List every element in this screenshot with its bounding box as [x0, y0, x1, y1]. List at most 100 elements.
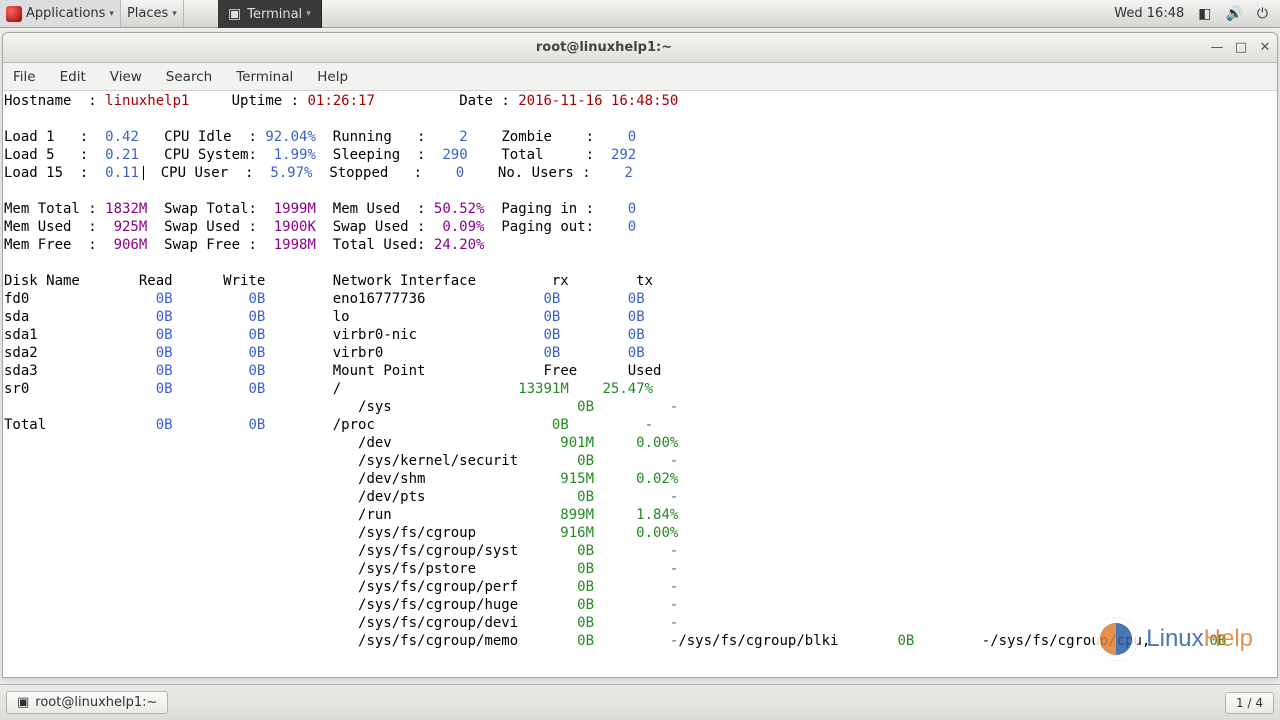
disk-total-read: 0B: [156, 417, 173, 433]
disk-name: sr0: [4, 381, 46, 397]
net-name: virbr0-nic: [333, 327, 426, 343]
swap-used-pct-label: Swap Used :: [333, 219, 443, 235]
mem-used-pct-value: 50.52%: [434, 201, 485, 217]
swap-total-label: Swap Total:: [164, 201, 274, 217]
menu-help[interactable]: Help: [317, 69, 348, 85]
hostname-value: linuxhelp1: [105, 93, 189, 109]
mount-point: /dev/pts: [358, 489, 527, 505]
paging-out-label: Paging out:: [501, 219, 627, 235]
mount-point: /sys/fs/cgroup/huge: [358, 597, 527, 613]
applications-menu[interactable]: Applications▾: [0, 0, 121, 27]
total-used-pct-value: 24.20%: [434, 237, 485, 253]
terminal-label: Terminal: [247, 7, 302, 22]
disk-read: 0B: [156, 345, 173, 361]
menu-file[interactable]: File: [13, 69, 36, 85]
mount-point: /sys/kernel/securit: [358, 453, 527, 469]
close-button[interactable]: ✕: [1253, 40, 1277, 55]
mount-point: /sys/fs/cgroup/syst: [358, 543, 527, 559]
maximize-button[interactable]: □: [1229, 40, 1253, 55]
mount-used: -: [628, 543, 679, 559]
mount-point: /sys/fs/cgroup/memo: [358, 633, 527, 649]
menu-edit[interactable]: Edit: [60, 69, 86, 85]
mount-free: 0B: [543, 543, 594, 559]
swap-free-value: 1998M: [274, 237, 316, 253]
disk-read: 0B: [156, 381, 173, 397]
mount-point: /run: [358, 507, 527, 523]
disk-write: 0B: [248, 363, 265, 379]
terminal-output[interactable]: Hostname : linuxhelp1 Uptime : 01:26:17 …: [3, 91, 1277, 677]
mount-used: -: [628, 399, 679, 415]
mount-point: /dev/shm: [358, 471, 527, 487]
menu-search[interactable]: Search: [166, 69, 212, 85]
mount-used: -: [628, 489, 679, 505]
mount-free: 0B: [543, 561, 594, 577]
mount-used: 25.47%: [602, 381, 653, 397]
minimize-button[interactable]: —: [1205, 40, 1229, 55]
uptime-value: 01:26:17: [307, 93, 374, 109]
mount-point: /sys/fs/cgroup/perf: [358, 579, 527, 595]
mount-used: 1.84%: [628, 507, 679, 523]
terminal-launcher[interactable]: ▣ Terminal▾: [218, 0, 322, 28]
mount-free: 0B: [543, 489, 594, 505]
disk-read: 0B: [156, 327, 173, 343]
disk-read: 0B: [156, 291, 173, 307]
mem-free-label: Mem Free :: [4, 237, 114, 253]
total-value: 292: [611, 147, 636, 163]
mount-free: 915M: [543, 471, 594, 487]
mem-total-value: 1832M: [105, 201, 147, 217]
titlebar[interactable]: root@linuxhelp1:~ — □ ✕: [3, 33, 1277, 63]
clock[interactable]: Wed 16:48: [1114, 6, 1184, 21]
disk-header: Disk Name Read Write: [4, 273, 265, 289]
mount-used: 0.00%: [628, 435, 679, 451]
disk-write: 0B: [248, 327, 265, 343]
net-header: Network Interface rx tx: [333, 273, 653, 289]
mount-point: /dev: [358, 435, 527, 451]
mount-header: Mount Point Free Used: [333, 363, 662, 379]
cpu-sys-label: CPU System:: [164, 147, 265, 163]
window-title: root@linuxhelp1:~: [3, 40, 1205, 55]
taskbar-button-label: root@linuxhelp1:~: [35, 695, 157, 710]
terminal-icon: ▣: [17, 695, 29, 710]
watermark-logo: LinuxHelp: [1094, 617, 1253, 661]
mount-free: 0B: [543, 579, 594, 595]
sleeping-value: 290: [442, 147, 467, 163]
bottom-panel: ▣ root@linuxhelp1:~ 1 / 4: [0, 684, 1280, 720]
paging-in-value: 0: [628, 201, 636, 217]
cpu-user-label: CPU User :: [161, 165, 262, 181]
net-rx: 0B: [543, 291, 560, 307]
swap-used-pct-value: 0.09%: [442, 219, 484, 235]
net-rx: 0B: [543, 309, 560, 325]
power-icon[interactable]: ⏻: [1257, 6, 1268, 22]
load5-label: Load 5 :: [4, 147, 105, 163]
menu-view[interactable]: View: [110, 69, 142, 85]
mount-free: 0B: [518, 417, 569, 433]
mount-overflow: /sys/fs/cgroup/blki: [678, 633, 838, 649]
total-label: Total :: [501, 147, 611, 163]
mount-used: -: [628, 615, 679, 631]
cpu-sys-value: 1.99%: [265, 147, 316, 163]
load1-label: Load 1 :: [4, 129, 105, 145]
running-label: Running :: [333, 129, 459, 145]
disk-read: 0B: [156, 363, 173, 379]
net-tx: 0B: [628, 327, 645, 343]
logo-swirl-icon: [1094, 617, 1138, 661]
workspace-pager[interactable]: 1 / 4: [1225, 692, 1274, 714]
mount-used: -: [602, 417, 653, 433]
stopped-value: 0: [456, 165, 464, 181]
date-value: 2016-11-16 16:48:50: [518, 93, 678, 109]
mount-used: -: [628, 579, 679, 595]
menu-terminal[interactable]: Terminal: [236, 69, 293, 85]
swap-used-value: 1900K: [274, 219, 316, 235]
logo-text: LinuxHelp: [1146, 625, 1253, 653]
volume-icon[interactable]: 🔊: [1225, 6, 1242, 22]
total-used-pct-label: Total Used:: [333, 237, 434, 253]
disk-total-write: 0B: [248, 417, 265, 433]
swap-free-label: Swap Free :: [164, 237, 274, 253]
disk-name: sda: [4, 309, 46, 325]
places-menu[interactable]: Places▾: [121, 0, 184, 27]
zombie-value: 0: [628, 129, 636, 145]
mem-used-value: 925M: [114, 219, 148, 235]
workspace-icon[interactable]: ◧: [1198, 6, 1211, 22]
taskbar-terminal-button[interactable]: ▣ root@linuxhelp1:~: [6, 691, 168, 714]
mount-point: /sys/fs/cgroup: [358, 525, 527, 541]
